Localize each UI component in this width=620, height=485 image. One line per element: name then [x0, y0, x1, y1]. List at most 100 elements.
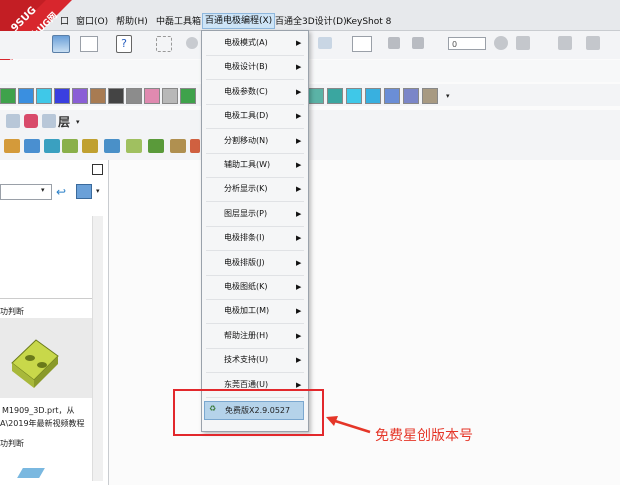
menu-item-free-version[interactable]: ♻ 免费版X2.9.0527	[204, 401, 304, 420]
color-dropdown[interactable]	[352, 36, 372, 52]
menu-item-label: 电极图纸(K)	[224, 282, 268, 291]
menu-item[interactable]: 图层显示(P) ▶	[202, 205, 308, 223]
color-swatch[interactable]	[72, 88, 88, 104]
menu-item[interactable]: 电极排条(I) ▶	[202, 229, 308, 247]
menu-electrode-programming[interactable]: 百通电极编程(X)	[202, 13, 276, 29]
menu-separator	[206, 299, 304, 300]
menu-item[interactable]: 电极排版(J) ▶	[202, 254, 308, 272]
submenu-arrow-icon: ▶	[296, 209, 302, 218]
electrode-tool-4-icon[interactable]	[62, 139, 78, 153]
shaded-red-icon[interactable]	[24, 114, 38, 128]
menu-item[interactable]: 帮助注册(H) ▶	[202, 327, 308, 345]
tree-icon[interactable]	[558, 36, 572, 50]
menu-keyshot[interactable]: KeyShot 8	[346, 15, 391, 29]
menu-help[interactable]: 帮助(H)	[116, 15, 148, 29]
rotate-icon[interactable]	[186, 37, 198, 49]
sphere-icon[interactable]	[494, 36, 508, 50]
menu-item[interactable]: 技术支持(U) ▶	[202, 351, 308, 369]
menu-item[interactable]: 电极工具(D) ▶	[202, 107, 308, 125]
menu-item[interactable]: 分割移动(N) ▶	[202, 132, 308, 150]
electrode-tool-10-icon[interactable]	[190, 139, 200, 153]
menu-3d-design[interactable]: 百通全3D设计(D)	[275, 15, 347, 29]
submenu-arrow-icon: ▶	[296, 234, 302, 243]
electrode-tool-9-icon[interactable]	[170, 139, 186, 153]
electrode-tool-7-icon[interactable]	[126, 139, 142, 153]
panel-scrollbar[interactable]	[92, 216, 103, 481]
color-swatch[interactable]	[365, 88, 381, 104]
menu-separator	[206, 55, 304, 56]
color-swatch[interactable]	[18, 88, 34, 104]
help-icon[interactable]: ?	[116, 35, 132, 53]
submenu-arrow-icon: ▶	[296, 356, 302, 365]
color-swatch[interactable]	[180, 88, 196, 104]
menu-window[interactable]: 窗口(O)	[76, 15, 108, 29]
color-swatch[interactable]	[162, 88, 178, 104]
color-swatch[interactable]	[403, 88, 419, 104]
cylinder-icon[interactable]	[516, 36, 530, 50]
panel-filter-dropdown[interactable]: ▾	[0, 184, 52, 200]
color-swatch[interactable]	[384, 88, 400, 104]
menu-item-label: 辅助工具(W)	[224, 160, 271, 169]
electrode-tool-1-icon[interactable]	[4, 139, 20, 153]
color-swatch[interactable]	[126, 88, 142, 104]
menu-item-label: 帮助注册(H)	[224, 330, 269, 340]
pin-icon[interactable]	[586, 36, 600, 50]
menu-item-label: 技术支持(U)	[224, 355, 269, 365]
color-swatch[interactable]	[144, 88, 160, 104]
shaded-icon[interactable]	[318, 37, 332, 49]
menu-item[interactable]: 电极图纸(K) ▶	[202, 278, 308, 296]
view-dropdown-arrow-icon[interactable]: ▾	[96, 187, 100, 195]
color-swatch[interactable]	[90, 88, 106, 104]
section-label-2: 功判断	[0, 439, 24, 448]
submenu-arrow-icon: ▶	[296, 112, 302, 121]
fit-icon[interactable]	[156, 36, 172, 52]
menu-item[interactable]: 电极加工(M) ▶	[202, 302, 308, 320]
layer-combo[interactable]: 0	[448, 37, 486, 50]
color-swatch[interactable]	[108, 88, 124, 104]
menu-item-label: 电极工具(D)	[224, 111, 269, 121]
image-view-icon[interactable]	[76, 184, 92, 199]
color-swatch[interactable]	[0, 88, 16, 104]
menu-item[interactable]: 电极参数(C) ▶	[202, 83, 308, 101]
section-label: 功判断	[0, 307, 24, 316]
menu-item[interactable]: 电极模式(A) ▶	[202, 34, 308, 52]
menu-item[interactable]: 分析显示(K) ▶	[202, 180, 308, 198]
menu-toolbox[interactable]: 中磊工具箱	[156, 15, 201, 29]
electrode-tool-8-icon[interactable]	[148, 139, 164, 153]
submenu-arrow-icon: ▶	[296, 136, 302, 145]
view-icon[interactable]	[52, 35, 70, 53]
resource-panel: ▾ ↩ ▾ 功判断 M1909_3D.prt，从 A\2019年最新视频教程 功…	[0, 160, 109, 485]
electrode-tool-2-icon[interactable]	[24, 139, 40, 153]
color-swatch[interactable]	[327, 88, 343, 104]
electrode-tool-3-icon[interactable]	[44, 139, 60, 153]
color-swatch[interactable]	[36, 88, 52, 104]
part-thumbnail-icon	[11, 339, 59, 388]
back-arrow-icon[interactable]: ↩	[56, 185, 66, 199]
part-preview[interactable]	[0, 318, 92, 398]
swatch-more-arrow-icon[interactable]: ▾	[446, 92, 450, 100]
layer-button[interactable]: 层	[58, 113, 70, 130]
solid-view-icon[interactable]	[6, 114, 20, 128]
file-name-text: M1909_3D.prt，从	[2, 406, 75, 415]
submenu-arrow-icon: ▶	[296, 307, 302, 316]
panel-maximize-icon[interactable]	[92, 164, 103, 175]
layer-dropdown-arrow-icon[interactable]: ▾	[76, 118, 80, 126]
color-swatch[interactable]	[308, 88, 324, 104]
clip-icon[interactable]	[412, 37, 424, 49]
color-swatch[interactable]	[54, 88, 70, 104]
section-icon[interactable]	[388, 37, 400, 49]
menu-item-label: 电极设计(B)	[224, 62, 268, 72]
submenu-arrow-icon: ▶	[296, 258, 302, 267]
menu-item[interactable]: 辅助工具(W) ▶	[202, 156, 308, 174]
style-dropdown[interactable]	[80, 36, 98, 52]
menu-item[interactable]: 电极设计(B) ▶	[202, 58, 308, 76]
electrode-tool-6-icon[interactable]	[104, 139, 120, 153]
menu-item-label: 电极排条(I)	[224, 233, 265, 243]
wireframe-icon[interactable]	[42, 114, 56, 128]
divider	[0, 298, 92, 299]
submenu-arrow-icon: ▶	[296, 331, 302, 340]
electrode-tool-5-icon[interactable]	[82, 139, 98, 153]
annotation-text: 免费星创版本号	[375, 428, 473, 444]
color-swatch[interactable]	[346, 88, 362, 104]
color-swatch[interactable]	[422, 88, 438, 104]
